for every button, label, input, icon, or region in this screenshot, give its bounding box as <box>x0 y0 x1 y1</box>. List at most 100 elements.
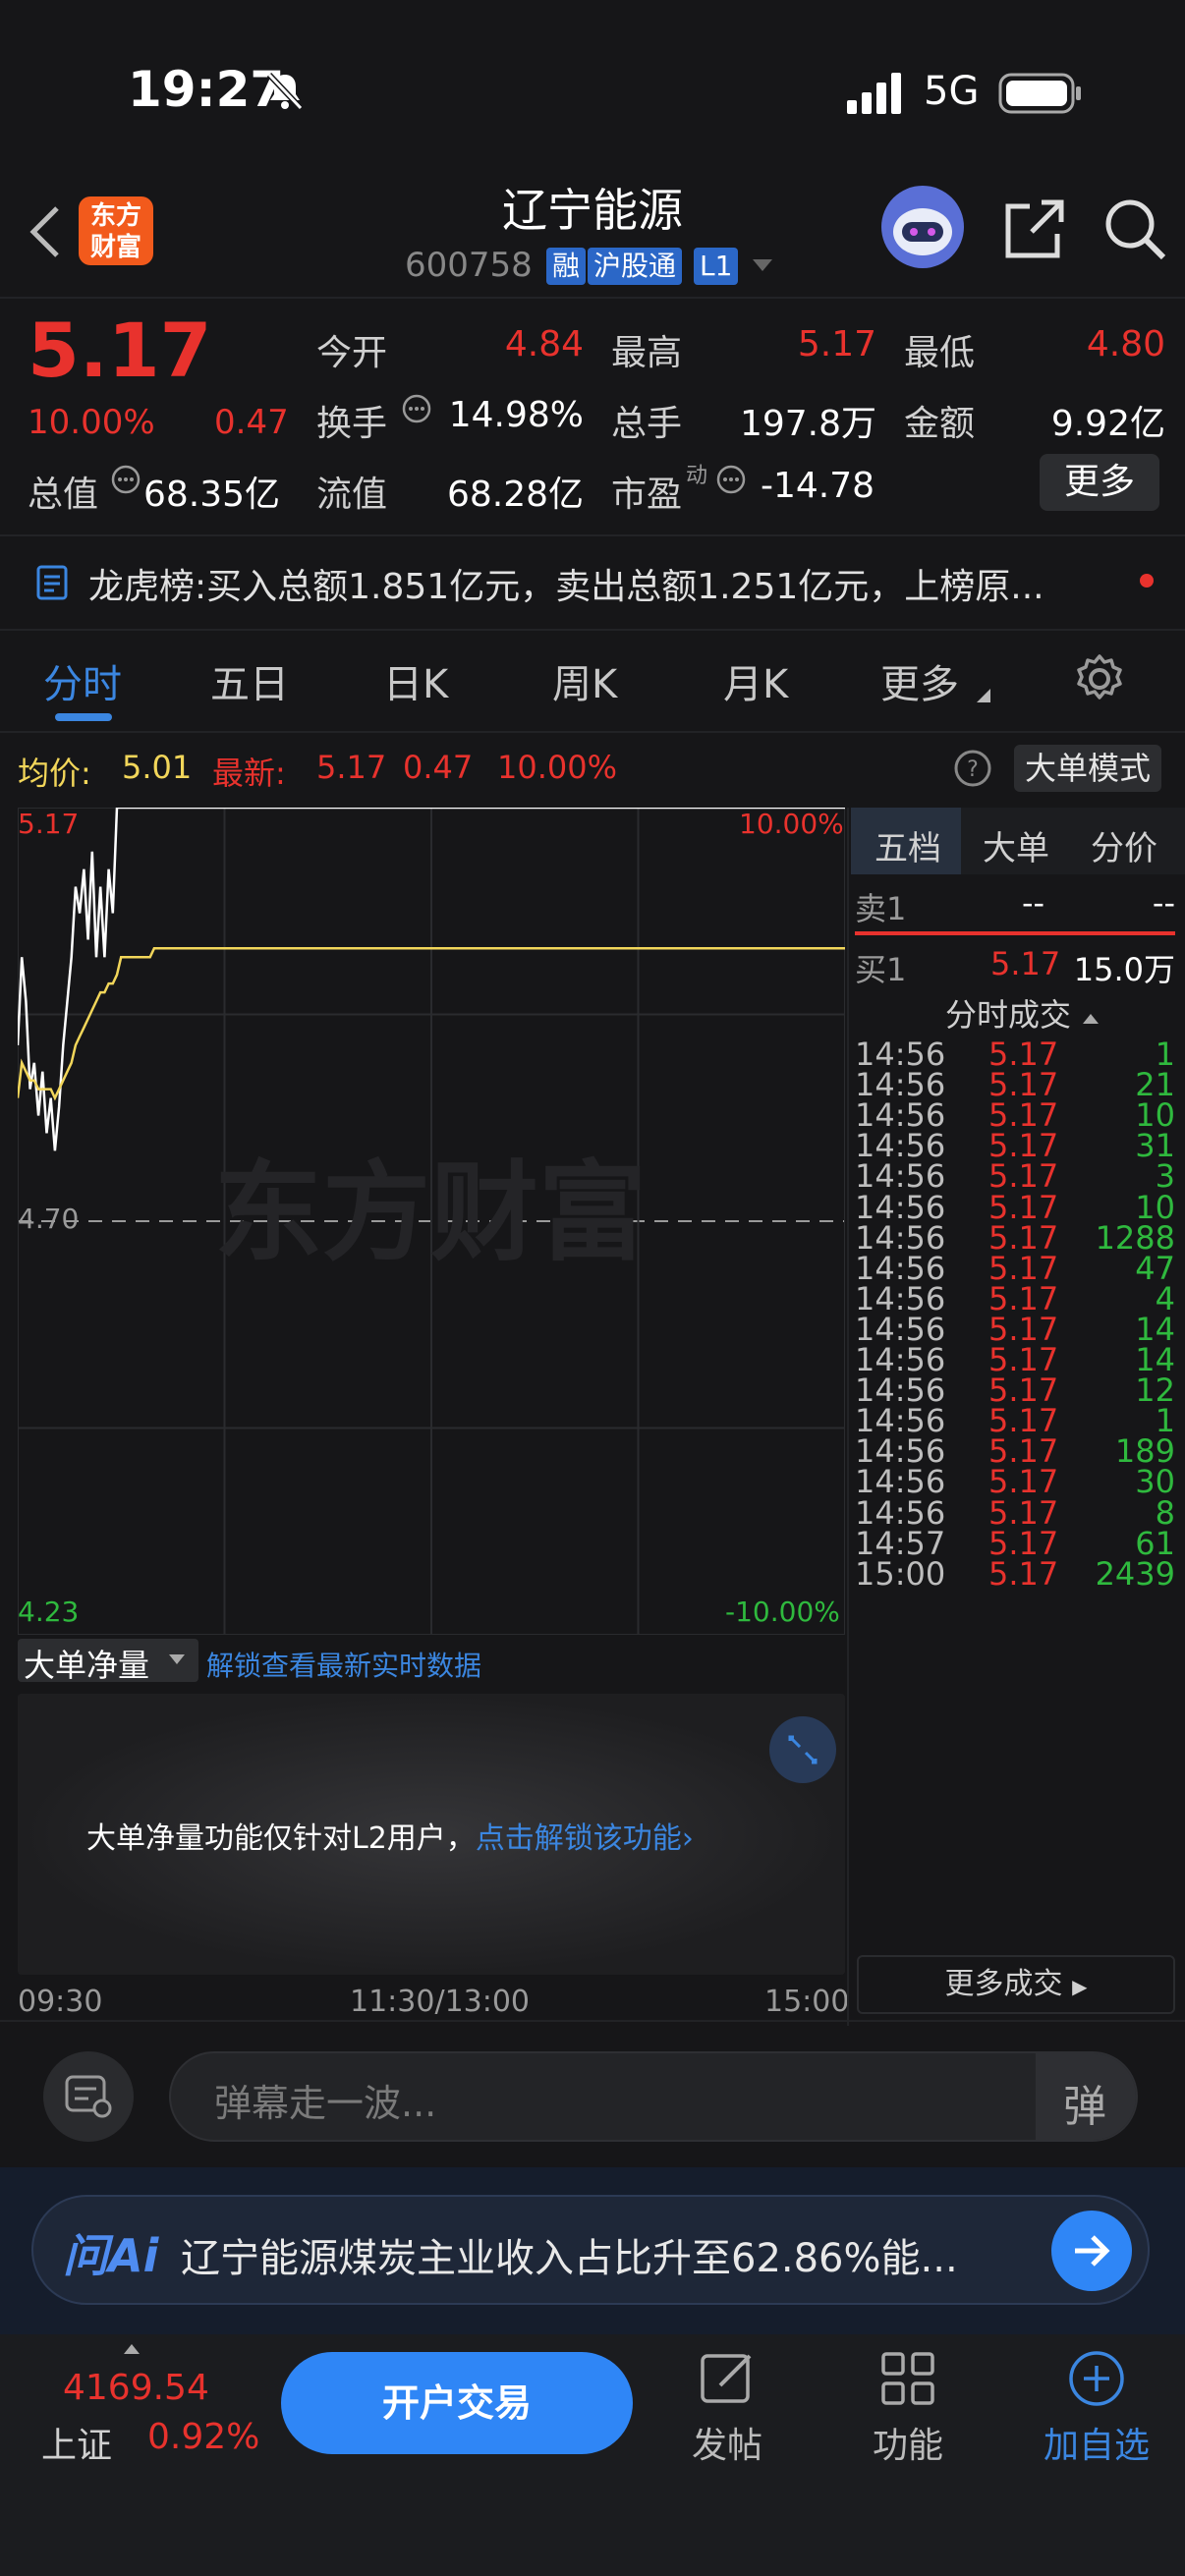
post-button[interactable]: 发帖 <box>678 2348 776 2476</box>
margin-tag: 融 <box>546 248 587 285</box>
ai-bar[interactable]: 问Ai 辽宁能源煤炭主业收入占比升至62.86%能... <box>31 2195 1150 2305</box>
tab-five-day[interactable]: 五日 <box>210 652 289 709</box>
divider <box>0 629 1185 631</box>
high-value: 5.17 <box>797 324 876 364</box>
plus-circle-icon <box>1069 2351 1124 2406</box>
price-pct: 10.00% <box>28 403 155 442</box>
latest-value: 5.17 <box>316 749 387 786</box>
low-value: 4.80 <box>1086 324 1165 364</box>
dropdown-caret-icon[interactable] <box>751 257 774 277</box>
sell1-volume: -- <box>1152 884 1175 922</box>
big-order-mode-button[interactable]: 大单模式 <box>1014 745 1161 792</box>
ai-go-button[interactable] <box>1051 2211 1132 2291</box>
latest-label: 最新: <box>212 755 286 792</box>
avg-label: 均价: <box>18 755 91 792</box>
pct-bottom-label: -10.00% <box>725 1596 840 1628</box>
pe-label: 市盈 <box>611 475 683 515</box>
tab-more[interactable]: 更多 <box>880 652 959 709</box>
settings-gear-icon[interactable] <box>1073 652 1126 709</box>
arrow-right-icon <box>1075 2235 1110 2267</box>
divider <box>0 297 1185 299</box>
intraday-chart[interactable]: 东方财富 <box>18 808 845 1635</box>
buy1-row: 买1 5.17 15.0万 <box>855 945 1175 996</box>
buy1-price: 5.17 <box>990 945 1061 982</box>
current-price: 5.17 <box>28 307 212 394</box>
tab-big-orders[interactable]: 大单 <box>983 821 1049 869</box>
trades-title-label: 分时成交 <box>945 996 1072 1034</box>
index-name: 上证 <box>41 2426 113 2466</box>
caret-right-icon: ▶ <box>1072 1975 1088 1998</box>
index-value: 4169.54 <box>63 2368 209 2408</box>
open-value: 4.84 <box>504 324 584 364</box>
latest-change: 0.47 <box>403 749 474 786</box>
turnover-value: 14.98% <box>448 395 584 435</box>
tab-monthly-k[interactable]: 月K <box>723 652 788 709</box>
dragon-tiger-bar[interactable]: 龙虎榜:买入总额1.851亿元，卖出总额1.251亿元，上榜原... <box>88 558 1091 609</box>
battery-icon <box>998 73 1083 118</box>
trades-title[interactable]: 分时成交 <box>945 990 1100 1036</box>
tab-daily-k[interactable]: 日K <box>383 652 448 709</box>
net-notice-link[interactable]: 点击解锁该功能 <box>476 1821 682 1856</box>
level-tag: L1 <box>694 248 739 285</box>
open-label: 今开 <box>316 333 388 373</box>
pe-value: -14.78 <box>761 466 875 506</box>
divider <box>0 534 1185 536</box>
pct-top-label: 10.00% <box>739 808 844 840</box>
index-widget[interactable]: 4169.54 上证 0.92% <box>29 2342 275 2470</box>
open-trade-label: 开户交易 <box>381 2381 532 2425</box>
latest-pct: 10.00% <box>497 749 618 786</box>
danmaku-toggle-label: 弹 <box>1063 2082 1106 2132</box>
danmaku-input[interactable]: 弹幕走一波... <box>169 2051 1138 2142</box>
trade-row: 15:00 5.17 2439 <box>855 1555 1175 1606</box>
caret-up-icon <box>1083 1014 1100 1024</box>
functions-button[interactable]: 功能 <box>859 2348 957 2476</box>
caret-up-icon <box>124 2344 140 2354</box>
trade-price: 5.17 <box>988 1554 1059 1593</box>
info-dots-icon[interactable] <box>110 464 141 499</box>
open-trade-button[interactable]: 开户交易 <box>281 2352 633 2454</box>
functions-label: 功能 <box>872 2426 943 2466</box>
x-label-noon: 11:30/13:00 <box>350 1985 531 2019</box>
network-type: 5G <box>924 69 980 114</box>
unlock-link[interactable]: 解锁查看最新实时数据 <box>206 1645 481 1684</box>
dragon-tiger-text: 买入总额1.851亿元，卖出总额1.251亿元，上榜原... <box>206 567 1044 607</box>
danmaku-settings-button[interactable] <box>43 2051 134 2142</box>
danmaku-toggle-button[interactable]: 弹 <box>1036 2053 1136 2140</box>
price-change: 0.47 <box>214 403 289 442</box>
status-time: 19:27 <box>128 61 285 118</box>
sell1-row: 卖1 -- -- <box>855 884 1175 935</box>
search-icon[interactable] <box>1102 196 1167 265</box>
edit-icon <box>701 2354 752 2403</box>
robot-assistant-icon[interactable] <box>878 183 967 275</box>
tab-weekly-k[interactable]: 周K <box>552 652 617 709</box>
more-trades-button[interactable]: 更多成交 ▶ <box>857 1955 1175 2014</box>
tab-price-split[interactable]: 分价 <box>1091 821 1157 869</box>
caret-icon <box>977 688 990 706</box>
connect-tag: 沪股通 <box>588 248 683 285</box>
high-label: 最高 <box>611 333 683 373</box>
share-icon[interactable] <box>1002 196 1067 265</box>
spread-line <box>855 931 1175 935</box>
amount-label: 金额 <box>904 404 976 444</box>
post-label: 发帖 <box>691 2426 762 2466</box>
danmaku-placeholder: 弹幕走一波... <box>214 2082 437 2125</box>
help-icon[interactable]: ? <box>953 749 992 792</box>
net-selector[interactable]: 大单净量 <box>18 1639 198 1684</box>
expand-icon[interactable] <box>768 1715 837 1788</box>
avg-value: 5.01 <box>122 749 193 786</box>
more-quote-button[interactable]: 更多 <box>1040 454 1159 511</box>
turnover-label: 换手 <box>316 404 388 444</box>
info-dots-icon[interactable] <box>401 393 432 428</box>
trade-time: 15:00 <box>855 1554 946 1593</box>
tab-intraday[interactable]: 分时 <box>43 652 122 709</box>
tab-five-levels[interactable]: 五档 <box>875 821 941 869</box>
ai-logo: 问Ai <box>63 2229 159 2282</box>
float-label: 流值 <box>316 475 388 515</box>
add-watch-button[interactable]: 加自选 <box>1036 2348 1157 2476</box>
stock-code: 600758 <box>405 246 533 285</box>
mktcap-label: 总值 <box>28 475 99 515</box>
info-dots-icon[interactable] <box>715 464 747 499</box>
y-bottom-label: 4.23 <box>18 1596 80 1628</box>
more-trades-label: 更多成交 <box>944 1967 1063 2001</box>
danmaku-settings-icon <box>65 2075 112 2118</box>
